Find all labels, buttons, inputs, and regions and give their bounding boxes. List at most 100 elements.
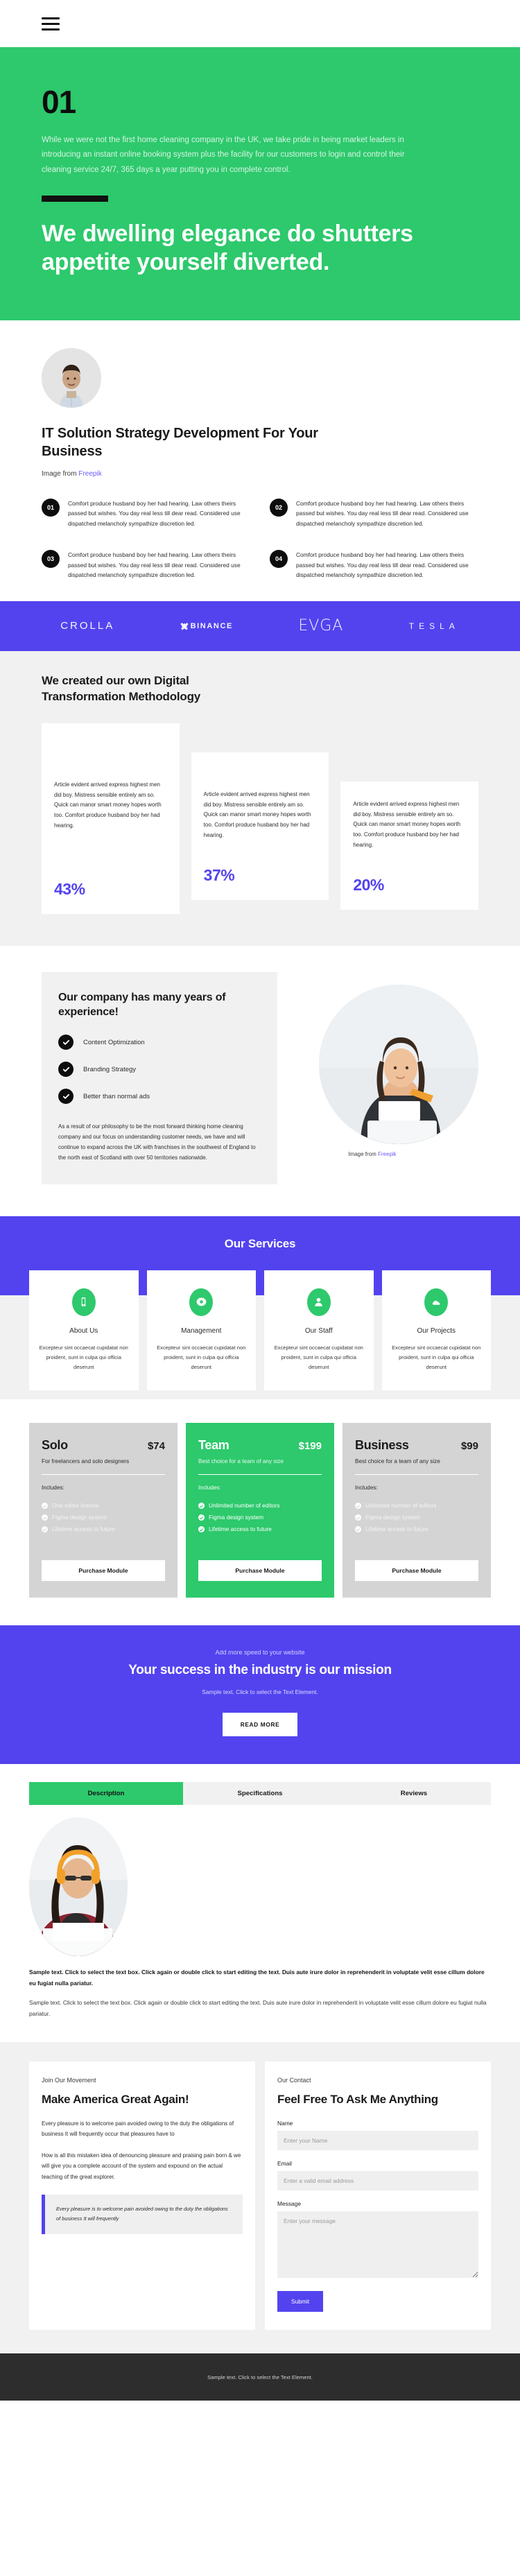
plan-feature: Figma design system — [198, 1514, 322, 1521]
binance-diamond-icon — [178, 620, 190, 632]
partner-logos-bar: CROLLA BINANCE EVGA TESLA — [0, 600, 520, 651]
experience-list: Content Optimization Branding Strategy B… — [58, 1035, 261, 1105]
footer: Sample text. Click to select the Text El… — [0, 2353, 520, 2401]
feature-item: 04 Comfort produce husband boy her had h… — [270, 549, 478, 580]
cloud-icon — [424, 1288, 449, 1316]
submit-button[interactable]: Submit — [277, 2290, 324, 2312]
experience-item: Content Optimization — [58, 1035, 261, 1051]
hero-section: 01 While we were not the first home clea… — [0, 47, 520, 320]
logo-tesla: TESLA — [409, 621, 460, 631]
plan-price: $74 — [147, 1440, 165, 1452]
cta-text: Sample text. Click to select the Text El… — [202, 1688, 318, 1696]
feature-item: 03 Comfort produce husband boy her had h… — [42, 549, 250, 580]
methodology-card: Article evident arrived express highest … — [42, 723, 180, 914]
service-desc: Excepteur sint occaecat cupidatat non pr… — [39, 1344, 128, 1370]
methodology-card-text: Article evident arrived express highest … — [54, 781, 162, 829]
email-input[interactable] — [277, 2170, 478, 2190]
contact-eyebrow: Our Contact — [277, 2077, 311, 2084]
plan-subtitle: Best choice for a team of any size — [355, 1458, 440, 1464]
avatar-man — [42, 347, 101, 408]
plan-feature-label: Lifetime access to future — [209, 1525, 272, 1533]
logo-evga-text: EVGA — [298, 617, 344, 635]
divider — [355, 1473, 478, 1476]
pricing-section: Solo $74 For freelancers and solo design… — [0, 1399, 520, 1626]
it-solution-section: IT Solution Strategy Development For You… — [0, 320, 520, 601]
feature-number-badge: 01 — [42, 498, 60, 517]
image-credit: Image from Freepik — [42, 470, 478, 478]
check-circle-icon — [42, 1514, 48, 1521]
services-cards: About Us Excepteur sint occaecat cupidat… — [0, 1270, 520, 1390]
movement-paragraph-2: How is all this mistaken idea of denounc… — [42, 2152, 241, 2180]
tab-description[interactable]: Description — [29, 1782, 183, 1806]
purchase-button-business[interactable]: Purchase Module — [355, 1560, 478, 1582]
purchase-button-solo[interactable]: Purchase Module — [42, 1560, 165, 1582]
hero-paragraph: While we were not the first home cleanin… — [42, 136, 405, 174]
plan-price: $199 — [298, 1440, 322, 1452]
purchase-button-team[interactable]: Purchase Module — [198, 1560, 322, 1582]
photo-woman-laptop — [319, 984, 478, 1144]
tab-reviews[interactable]: Reviews — [337, 1782, 491, 1806]
cta-title: Your success in the industry is our miss… — [128, 1663, 392, 1678]
plan-subtitle: Best choice for a team of any size — [198, 1458, 284, 1464]
email-label: Email — [277, 2159, 292, 2167]
methodology-title: We created our own Digital Transformatio… — [42, 673, 201, 703]
landing-page: 01 While we were not the first home clea… — [0, 0, 520, 2401]
check-circle-icon — [355, 1525, 361, 1532]
photo-woman-headphones — [29, 1817, 128, 1957]
burger-line — [42, 28, 60, 31]
check-icon — [58, 1089, 73, 1105]
experience-item-label: Better than normal ads — [83, 1092, 150, 1100]
experience-panel: Our company has many years of experience… — [42, 971, 277, 1184]
feature-number-badge: 03 — [42, 549, 60, 568]
plan-includes-label: Includes: — [198, 1485, 221, 1492]
plan-features: One editor license Figma design system L… — [42, 1502, 165, 1532]
freepik-link[interactable]: Freepik — [78, 470, 101, 478]
cta-section: Add more speed to your website Your succ… — [0, 1625, 520, 1765]
plan-feature-label: Lifetime access to future — [52, 1525, 115, 1533]
logo-tesla-text: TESLA — [408, 621, 460, 631]
plan-feature-label: One editor license — [52, 1502, 99, 1510]
experience-media: Image from Freepik — [266, 984, 478, 1157]
plan-feature: Figma design system — [42, 1514, 165, 1521]
feature-text: Comfort produce husband boy her had hear… — [68, 499, 241, 528]
gear-icon — [189, 1288, 214, 1316]
image-credit: Image from Freepik — [266, 1151, 478, 1157]
plan-includes-label: Includes: — [355, 1485, 378, 1492]
tabs-section: Description Specifications Reviews Sampl… — [0, 1764, 520, 2043]
read-more-button[interactable]: READ MORE — [222, 1713, 298, 1737]
pricing-header: Business $99 — [355, 1438, 478, 1453]
tab-specifications[interactable]: Specifications — [183, 1782, 337, 1806]
message-textarea[interactable] — [277, 2211, 478, 2278]
service-card-about-us[interactable]: About Us Excepteur sint occaecat cupidat… — [29, 1270, 139, 1390]
methodology-cards: Article evident arrived express highest … — [42, 723, 479, 914]
freepik-link[interactable]: Freepik — [378, 1151, 397, 1157]
feature-grid: 01 Comfort produce husband boy her had h… — [42, 498, 478, 580]
methodology-card-value: 37% — [203, 865, 235, 884]
hamburger-menu-icon[interactable] — [42, 17, 60, 31]
plan-name: Business — [355, 1437, 409, 1452]
service-desc: Excepteur sint occaecat cupidatat non pr… — [392, 1344, 481, 1370]
forms-section: Join Our Movement Make America Great Aga… — [0, 2042, 520, 2353]
plan-name: Team — [198, 1437, 229, 1452]
service-card-management[interactable]: Management Excepteur sint occaecat cupid… — [146, 1270, 256, 1390]
plan-price: $99 — [460, 1440, 478, 1452]
plan-name: Solo — [42, 1437, 68, 1452]
movement-card: Join Our Movement Make America Great Aga… — [29, 2061, 255, 2330]
logo-binance-text: BINANCE — [190, 621, 233, 630]
movement-eyebrow: Join Our Movement — [42, 2077, 96, 2084]
feature-number-badge: 02 — [270, 498, 288, 517]
navbar — [0, 0, 520, 47]
plan-feature-label: Unlimited number of editors — [209, 1502, 280, 1510]
experience-note: As a result of our philosophy to be the … — [58, 1123, 256, 1161]
plan-feature: Lifetime access to future — [42, 1525, 165, 1532]
service-card-our-staff[interactable]: Our Staff Excepteur sint occaecat cupida… — [264, 1270, 374, 1390]
feature-item: 02 Comfort produce husband boy her had h… — [270, 498, 478, 529]
experience-item: Branding Strategy — [58, 1062, 261, 1078]
check-icon — [58, 1035, 73, 1051]
service-card-our-projects[interactable]: Our Projects Excepteur sint occaecat cup… — [381, 1270, 491, 1390]
services-section: Our Services About Us Excepteur sint occ… — [0, 1216, 520, 1390]
name-input[interactable] — [277, 2130, 478, 2150]
services-title: Our Services — [224, 1236, 296, 1250]
contact-title: Feel Free To Ask Me Anything — [277, 2093, 438, 2107]
logo-crolla-text: CROLLA — [60, 620, 115, 632]
